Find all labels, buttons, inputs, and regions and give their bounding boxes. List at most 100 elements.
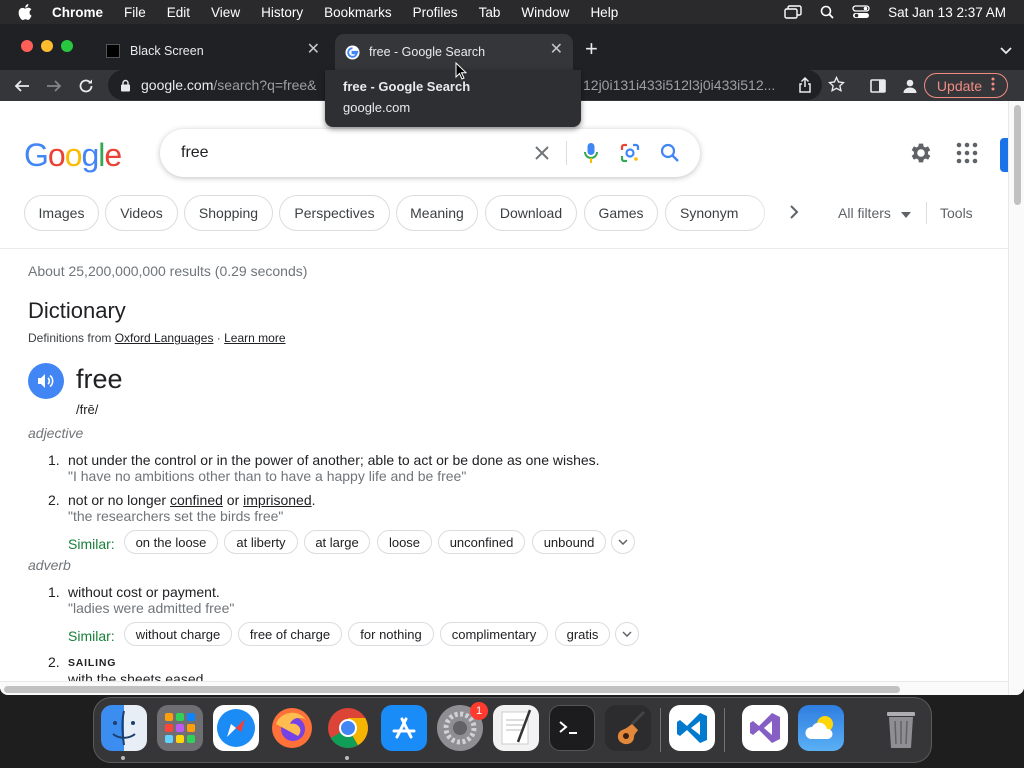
menu-view[interactable]: View	[211, 5, 240, 20]
menu-profiles[interactable]: Profiles	[413, 5, 458, 20]
tab-black-screen[interactable]: Black Screen ✕	[95, 34, 330, 67]
chip-games[interactable]: Games	[584, 195, 658, 231]
vertical-scroll-thumb[interactable]	[1014, 105, 1021, 205]
apple-menu-icon[interactable]	[18, 4, 36, 20]
window-minimize-button[interactable]	[41, 40, 53, 52]
bookmark-star-icon[interactable]	[827, 75, 846, 96]
spotlight-search-icon[interactable]	[820, 5, 834, 19]
synonym-chip[interactable]: on the loose	[124, 530, 218, 554]
chip-synonym[interactable]: Synonym	[665, 195, 765, 231]
menu-window[interactable]: Window	[521, 5, 569, 20]
adjective-definition-2: not or no longer confined or imprisoned.	[68, 492, 316, 508]
vscode-icon[interactable]	[669, 705, 715, 751]
update-button[interactable]: Update	[924, 73, 1008, 98]
menu-edit[interactable]: Edit	[167, 5, 190, 20]
similar-label: Similar:	[68, 628, 115, 644]
more-menu-icon[interactable]	[991, 77, 995, 94]
synonym-chip[interactable]: at large	[304, 530, 370, 554]
menubar-clock[interactable]: Sat Jan 13 2:37 AM	[888, 5, 1006, 20]
vertical-scrollbar[interactable]	[1008, 101, 1024, 695]
sign-in-avatar[interactable]	[1000, 138, 1008, 172]
firefox-icon[interactable]	[269, 705, 315, 751]
safari-icon[interactable]	[213, 705, 259, 751]
google-logo[interactable]: Google	[24, 137, 122, 174]
lock-icon[interactable]	[120, 79, 131, 92]
search-submit-icon[interactable]	[658, 141, 682, 165]
synonym-chip[interactable]: without charge	[124, 622, 232, 646]
voice-search-icon[interactable]	[579, 141, 603, 165]
tab-google-search[interactable]: free - Google Search ✕	[335, 34, 573, 70]
chip-download[interactable]: Download	[485, 195, 577, 231]
google-favicon-icon	[344, 44, 360, 60]
chips-scroll-right-icon[interactable]	[784, 202, 804, 227]
finder-icon[interactable]	[101, 705, 147, 751]
app-store-icon[interactable]	[381, 705, 427, 751]
tab-search-chevron-icon[interactable]	[1000, 42, 1012, 60]
reload-icon[interactable]	[76, 76, 96, 96]
imprisoned-link[interactable]: imprisoned	[243, 492, 311, 508]
visual-studio-icon[interactable]	[742, 705, 788, 751]
side-panel-icon[interactable]	[868, 76, 888, 96]
sailing-label: SAILING	[68, 657, 117, 669]
share-icon[interactable]	[798, 76, 812, 96]
profile-icon[interactable]	[900, 76, 920, 96]
part-of-speech-adjective: adjective	[28, 425, 84, 441]
definition-number: 1.	[48, 452, 60, 468]
oxford-languages-link[interactable]: Oxford Languages	[115, 331, 214, 345]
search-input[interactable]: free	[181, 144, 209, 162]
pronunciation-speaker-icon[interactable]	[28, 363, 64, 399]
garageband-icon[interactable]	[605, 705, 651, 751]
search-box[interactable]: free	[160, 129, 700, 177]
synonym-chip[interactable]: gratis	[555, 622, 610, 646]
synonym-chip[interactable]: free of charge	[238, 622, 342, 646]
macos-menu-bar: Chrome File Edit View History Bookmarks …	[0, 0, 1024, 24]
synonym-chip[interactable]: for nothing	[348, 622, 434, 646]
settings-gear-icon[interactable]	[908, 140, 934, 171]
synonym-chip[interactable]: at liberty	[224, 530, 298, 554]
synonym-chip[interactable]: unconfined	[438, 530, 525, 554]
chrome-icon[interactable]	[325, 705, 371, 751]
chip-perspectives[interactable]: Perspectives	[279, 195, 390, 231]
screen-mirroring-icon[interactable]	[784, 5, 802, 19]
window-zoom-button[interactable]	[61, 40, 73, 52]
horizontal-scrollbar[interactable]	[0, 681, 1008, 695]
google-lens-icon[interactable]	[618, 141, 642, 165]
synonym-chip[interactable]: complimentary	[440, 622, 548, 646]
window-close-button[interactable]	[21, 40, 33, 52]
expand-synonyms-chevron-icon[interactable]	[611, 530, 635, 554]
synonym-chip[interactable]: unbound	[532, 530, 606, 554]
chip-meaning[interactable]: Meaning	[396, 195, 478, 231]
clear-search-icon[interactable]	[530, 141, 554, 165]
confined-link[interactable]: confined	[170, 492, 223, 508]
chip-videos[interactable]: Videos	[105, 195, 178, 231]
launchpad-icon[interactable]	[157, 705, 203, 751]
new-tab-plus-icon[interactable]: +	[585, 38, 598, 60]
weather-icon[interactable]	[798, 705, 844, 751]
tab-close-icon[interactable]: ✕	[550, 42, 563, 58]
menu-app-name[interactable]: Chrome	[52, 5, 103, 20]
menu-help[interactable]: Help	[590, 5, 618, 20]
definition-text: .	[311, 492, 316, 508]
tools-button[interactable]: Tools	[940, 205, 973, 221]
terminal-icon[interactable]	[549, 705, 595, 751]
chip-shopping[interactable]: Shopping	[184, 195, 273, 231]
similar-label: Similar:	[68, 536, 115, 552]
google-apps-grid-icon[interactable]	[955, 141, 979, 170]
trash-icon[interactable]	[878, 705, 924, 751]
expand-synonyms-chevron-icon[interactable]	[615, 622, 639, 646]
all-filters-button[interactable]: All filters	[838, 205, 911, 221]
forward-arrow-icon[interactable]	[44, 76, 64, 96]
synonym-chip[interactable]: loose	[377, 530, 432, 554]
control-center-icon[interactable]	[852, 5, 870, 19]
textedit-icon[interactable]	[493, 705, 539, 751]
back-arrow-icon[interactable]	[12, 76, 32, 96]
dictionary-heading: Dictionary	[28, 298, 126, 323]
menu-bookmarks[interactable]: Bookmarks	[324, 5, 392, 20]
menu-history[interactable]: History	[261, 5, 303, 20]
chip-images[interactable]: Images	[24, 195, 99, 231]
learn-more-link[interactable]: Learn more	[224, 331, 285, 345]
menu-tab[interactable]: Tab	[479, 5, 501, 20]
horizontal-scroll-thumb[interactable]	[4, 686, 900, 693]
menu-file[interactable]: File	[124, 5, 146, 20]
tab-close-icon[interactable]: ✕	[307, 42, 320, 58]
